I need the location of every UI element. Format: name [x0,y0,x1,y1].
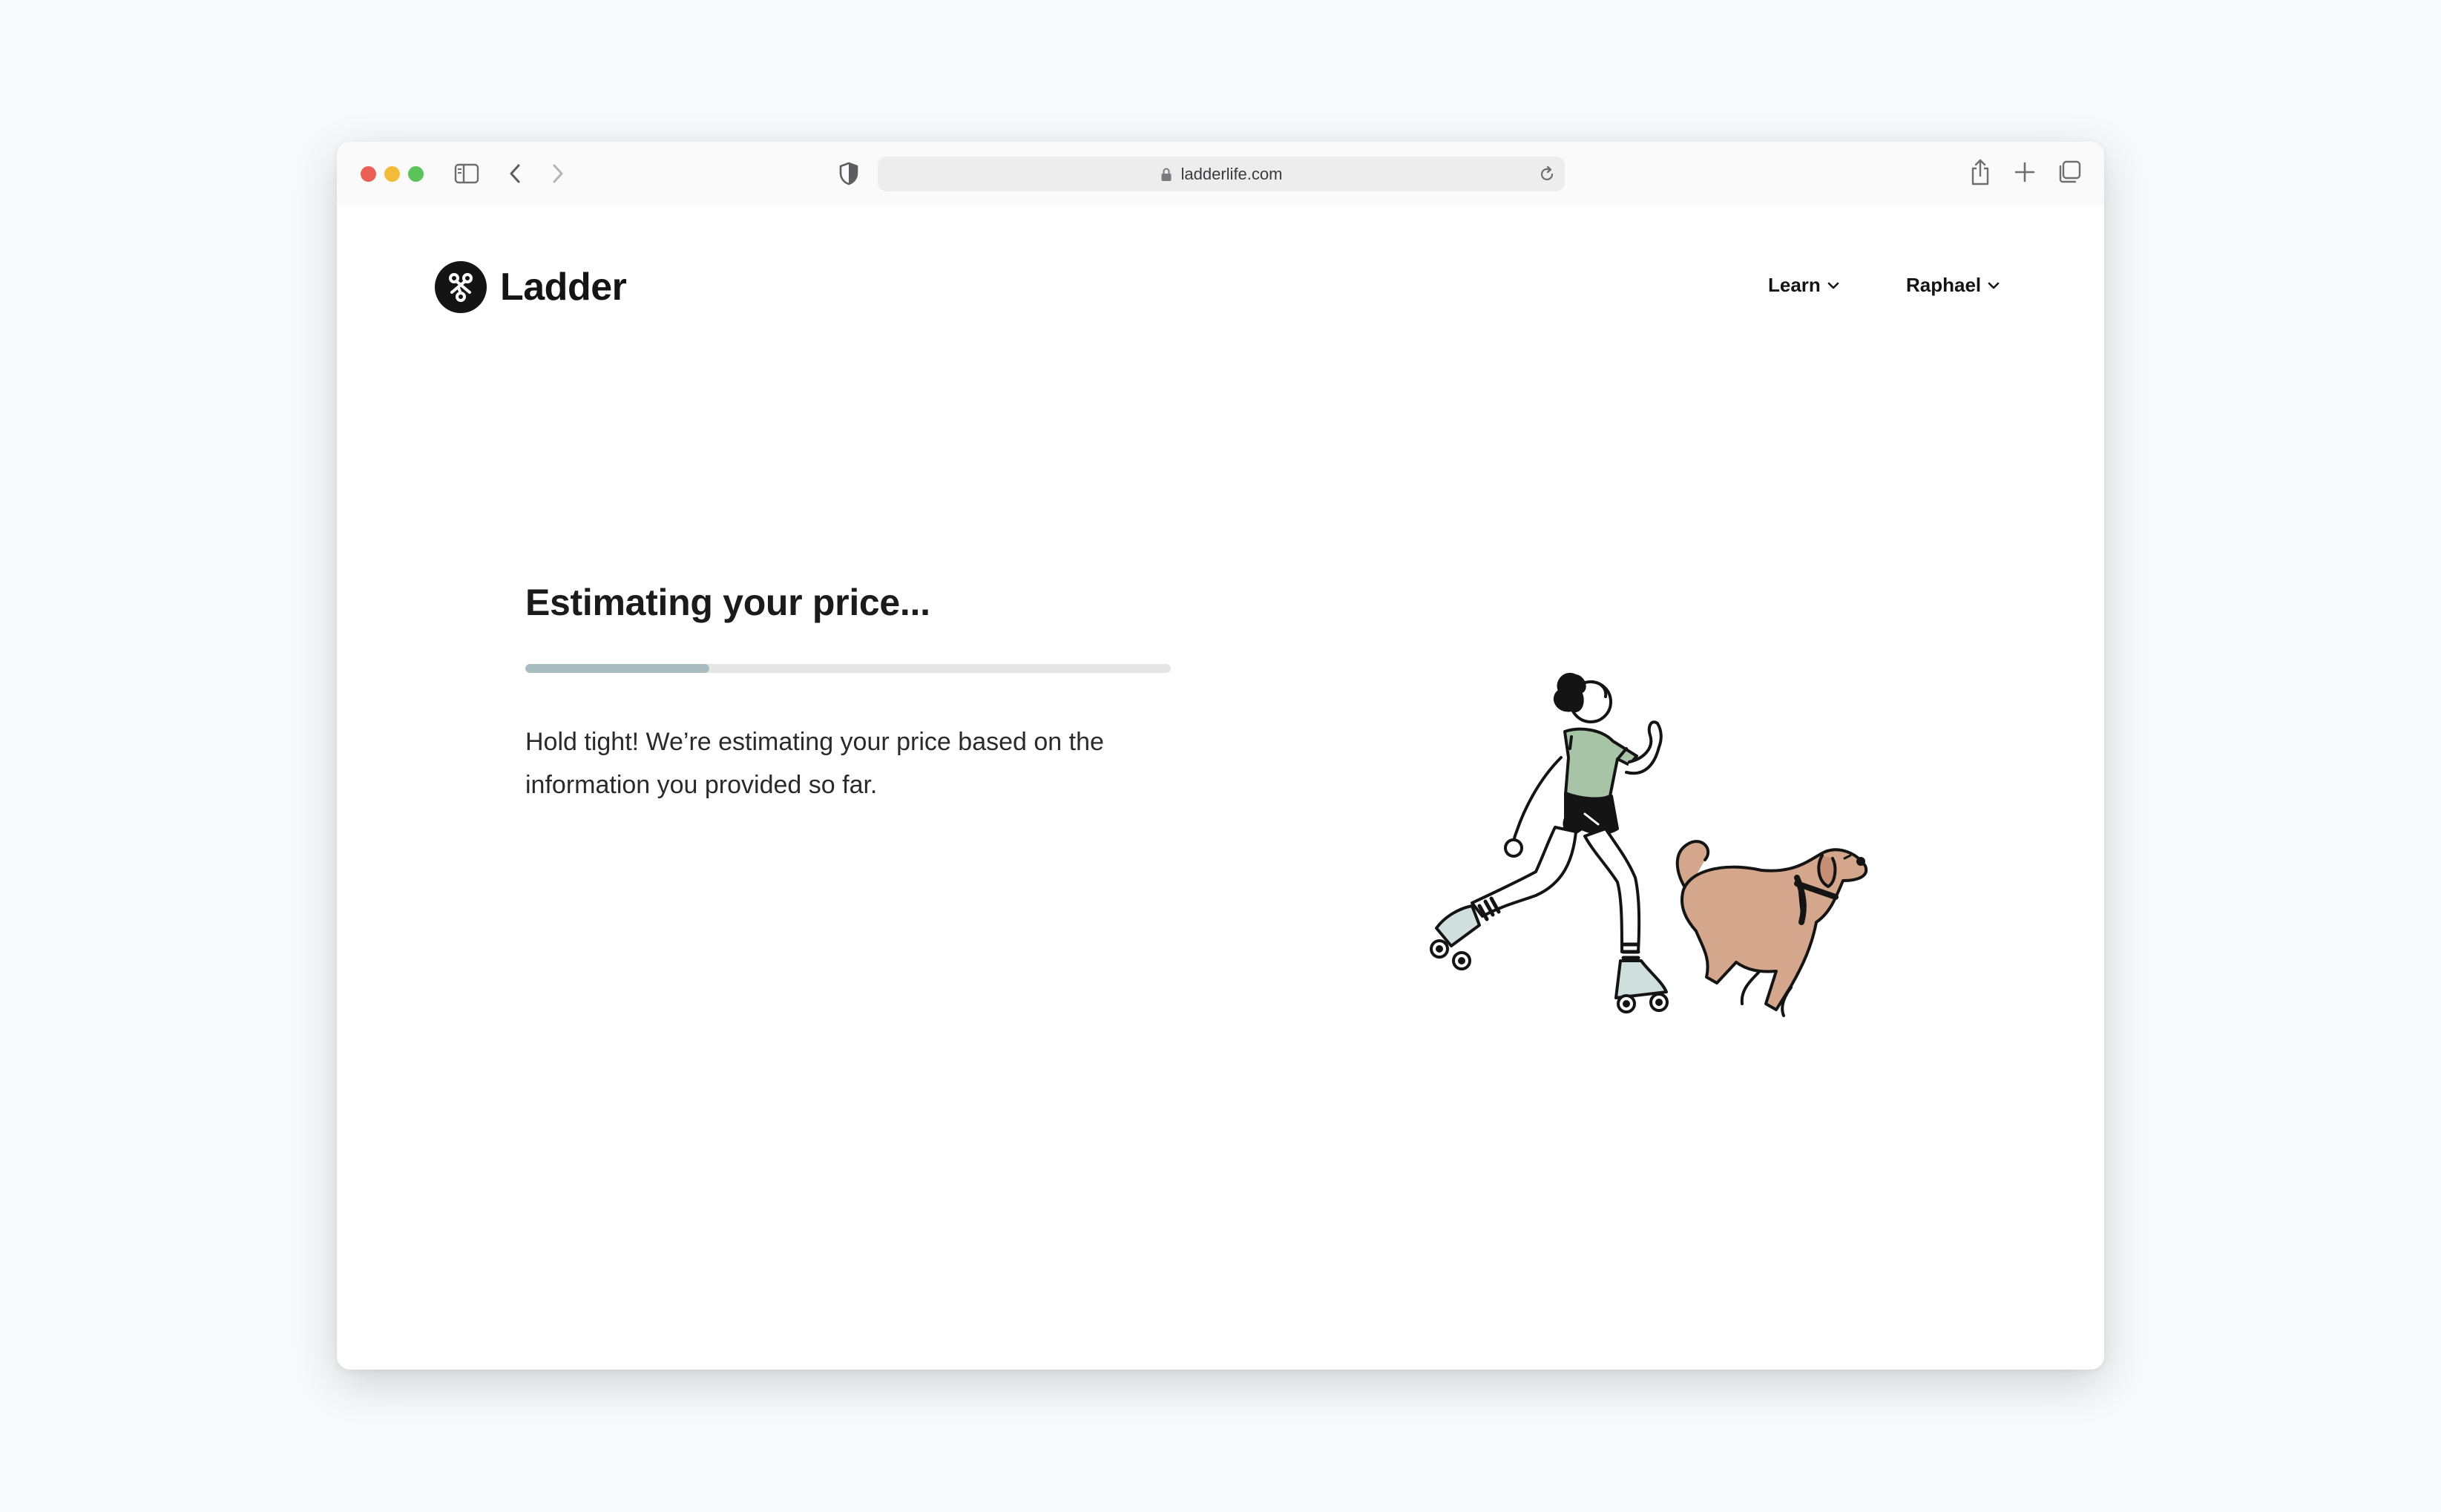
minimize-window-button[interactable] [384,166,400,182]
shield-icon[interactable] [838,161,859,186]
page-title: Estimating your price... [525,582,930,623]
progress-bar-fill [525,664,709,673]
ladder-logo[interactable]: Ladder [435,261,627,313]
tabs-overview-icon[interactable] [2057,160,2082,185]
share-icon[interactable] [1969,158,1991,186]
chevron-down-icon [1827,281,1840,290]
progress-bar [525,664,1171,673]
chevron-down-icon [1987,281,2000,290]
back-icon[interactable] [507,162,522,185]
url-text: ladderlife.com [1180,164,1283,183]
brand-name: Ladder [500,266,627,309]
reload-icon[interactable] [1538,165,1556,188]
close-window-button[interactable] [361,166,376,182]
ladder-logo-icon [435,261,487,313]
forward-icon[interactable] [551,162,565,185]
nav-learn-label: Learn [1768,274,1821,296]
sidebar-icon[interactable] [454,162,479,185]
nav-learn-dropdown[interactable]: Learn [1768,274,1840,297]
new-tab-icon[interactable] [2014,161,2036,183]
skater-and-dog-illustration [1430,673,1868,1017]
nav-user-dropdown[interactable]: Raphael [1906,274,2000,297]
browser-toolbar: ladderlife.com [337,142,2104,206]
lock-icon [1160,167,1172,182]
nav-user-label: Raphael [1906,274,1982,296]
address-bar[interactable]: ladderlife.com [878,157,1565,191]
loading-description: Hold tight! We’re estimating your price … [525,728,1104,799]
browser-window: ladderlife.com Ladder Learn Raphael Esti… [337,142,2104,1370]
zoom-window-button[interactable] [408,166,424,182]
